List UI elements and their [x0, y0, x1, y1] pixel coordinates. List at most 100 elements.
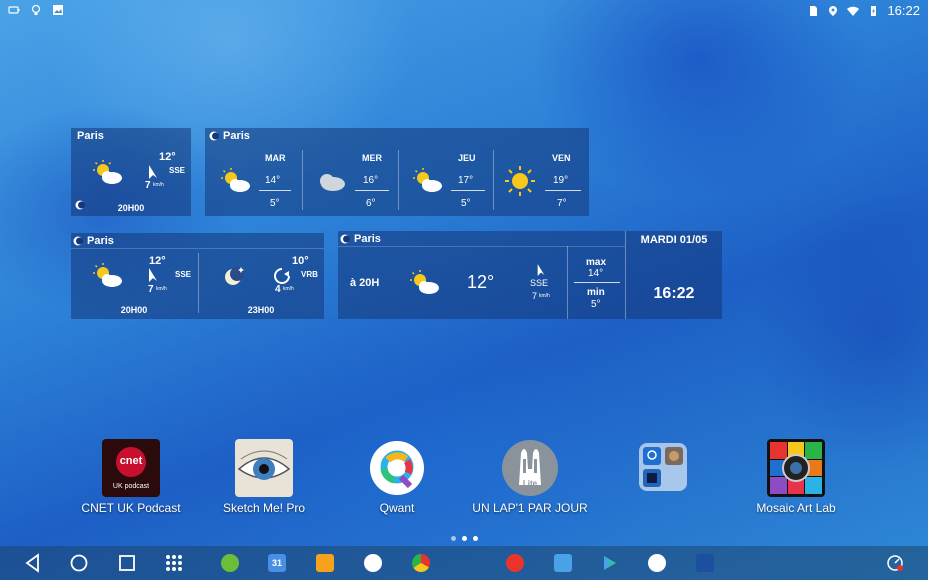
max-value: 14°	[588, 268, 604, 279]
forecast-time: 20H00	[120, 305, 148, 315]
app-drawer-icon[interactable]	[163, 552, 185, 574]
variable-wind-icon	[274, 268, 290, 284]
battery-icon	[8, 6, 20, 14]
wifi-icon	[847, 6, 860, 16]
app-logo-icon	[209, 131, 219, 141]
notes-icon[interactable]	[316, 554, 334, 572]
calendar-day: 31	[271, 558, 282, 568]
day-high: 19°	[553, 175, 569, 186]
wind-unit: km/h	[156, 286, 167, 292]
sim-icon	[810, 5, 818, 16]
day-high: 14°	[265, 175, 281, 186]
weather-widget-double[interactable]: Paris 12° SSE 7 km/h 20H00 10° VRB 4 km/…	[71, 233, 324, 319]
partly-cloudy-icon	[93, 263, 122, 287]
recents-icon[interactable]	[116, 552, 138, 574]
app-folder[interactable]	[603, 439, 723, 495]
day-low: 6°	[366, 198, 376, 209]
location-icon	[829, 5, 838, 16]
partly-cloudy-icon	[221, 168, 250, 192]
temperature: 10°	[292, 255, 309, 267]
wind-direction: SSE	[530, 278, 549, 288]
forecast-time: 23H00	[247, 305, 275, 315]
page-dot	[451, 536, 456, 541]
app-store-icon[interactable]	[506, 554, 524, 572]
game-icon[interactable]	[554, 554, 572, 572]
widget-city: Paris	[354, 233, 381, 245]
mosaic-camera-icon	[767, 439, 825, 497]
status-time: 16:22	[887, 3, 920, 18]
navigation-bar: 31	[0, 546, 928, 580]
wind-arrow-icon	[537, 264, 545, 276]
weather-widget-large[interactable]: Paris à 20H 12° SSE 7 km/h max 14° min 5…	[338, 231, 722, 319]
wind-arrow-icon	[149, 165, 157, 179]
app-label: UN LAP'1 PAR JOUR	[472, 501, 588, 515]
chrome-icon[interactable]	[412, 554, 430, 572]
widget-city: Paris	[223, 130, 250, 142]
wind-direction: VRB	[301, 270, 318, 279]
sun-icon	[505, 166, 535, 196]
play-store-icon[interactable]	[601, 554, 619, 572]
min-value: 5°	[591, 299, 601, 310]
cloud-icon	[320, 174, 345, 191]
partly-cloudy-icon	[93, 160, 122, 184]
app-mosaic-art-lab[interactable]: Mosaic Art Lab	[736, 439, 856, 515]
app-label: Sketch Me! Pro	[222, 501, 306, 515]
cnet-logo-text: cnet	[119, 455, 143, 467]
cnet-podcast-icon: cnet UK podcast	[102, 439, 160, 497]
forecast-time: 20H00	[117, 203, 145, 213]
day-high: 17°	[458, 175, 474, 186]
battery-charging-icon	[871, 5, 877, 16]
speed-indicator-icon[interactable]	[886, 554, 904, 572]
app-un-lap1-par-jour[interactable]: Lite UN LAP'1 PAR JOUR	[470, 439, 590, 515]
cnet-sub-text: UK podcast	[112, 483, 150, 490]
max-label: max	[586, 257, 607, 268]
wind-speed: 7	[145, 180, 151, 191]
clock: 16:22	[653, 285, 695, 302]
wind-speed: 7	[532, 291, 538, 301]
day-low: 5°	[461, 198, 471, 209]
app-logo-icon	[73, 236, 83, 246]
page-indicator	[451, 536, 478, 541]
wind-unit: km/h	[153, 182, 164, 188]
temperature: 12°	[149, 255, 166, 267]
wind-speed: 4	[275, 284, 281, 295]
app-label: CNET UK Podcast	[81, 501, 181, 515]
voice-search-icon[interactable]	[364, 554, 382, 572]
back-icon[interactable]	[22, 552, 44, 574]
moon-stars-icon	[225, 267, 244, 285]
weather-widget-forecast[interactable]: Paris MAR 14° 5° MER 16° 6° JEU 17° 5° V…	[205, 128, 589, 216]
lightbulb-icon	[31, 4, 41, 15]
rabbit-icon: Lite	[501, 439, 559, 497]
app-qwant[interactable]: Qwant	[337, 439, 457, 515]
wind-unit: km/h	[539, 293, 550, 299]
qwant-icon	[368, 439, 426, 497]
weather-widget-small[interactable]: Paris 12° SSE 7 km/h 20H00	[71, 128, 191, 216]
app-label: Qwant	[379, 501, 415, 515]
min-label: min	[587, 287, 605, 298]
wind-arrow-icon	[149, 268, 157, 282]
wind-direction: SSE	[175, 270, 192, 279]
calendar-icon[interactable]: 31	[268, 554, 286, 572]
day-name: MER	[362, 153, 382, 163]
settings-icon[interactable]	[221, 554, 239, 572]
app-label: Mosaic Art Lab	[756, 501, 836, 515]
wind-unit: km/h	[283, 286, 294, 292]
app-cnet-uk-podcast[interactable]: cnet UK podcast CNET UK Podcast	[71, 439, 191, 515]
image-icon	[53, 5, 63, 15]
maps-icon[interactable]	[648, 554, 666, 572]
weather-icon[interactable]	[696, 554, 714, 572]
day-name: JEU	[458, 153, 476, 163]
sketch-eye-icon	[235, 439, 293, 497]
day-low: 5°	[270, 198, 280, 209]
day-low: 7°	[557, 198, 567, 209]
wind-speed: 7	[148, 284, 154, 295]
day-name: MAR	[265, 153, 286, 163]
page-dot-active	[473, 536, 478, 541]
page-dot-active	[462, 536, 467, 541]
day-high: 16°	[363, 175, 379, 186]
app-sketch-me-pro[interactable]: Sketch Me! Pro	[204, 439, 324, 515]
temperature: 12°	[467, 272, 495, 292]
wind-direction: SSE	[169, 166, 186, 175]
home-icon[interactable]	[68, 552, 90, 574]
forecast-at-time: à 20H	[350, 277, 380, 289]
